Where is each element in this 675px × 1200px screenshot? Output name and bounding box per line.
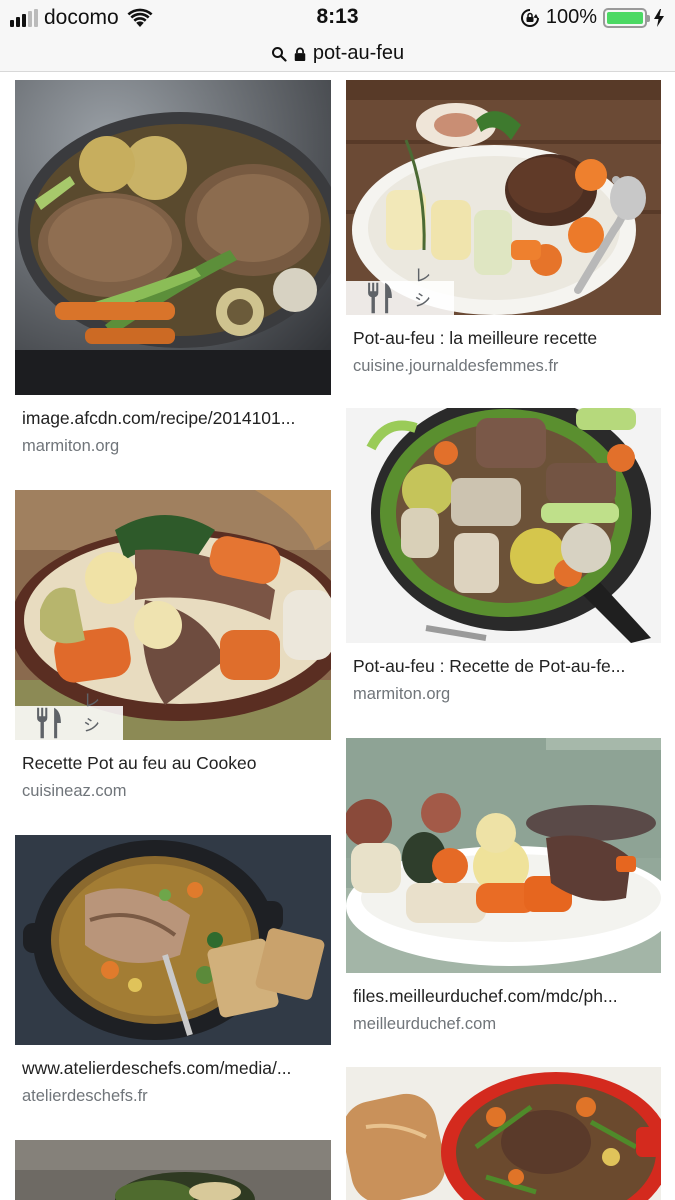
image-result-card[interactable]: www.atelierdeschefs.com/media/... atelie…: [15, 835, 331, 1106]
result-title[interactable]: image.afcdn.com/recipe/2014101...: [15, 408, 331, 429]
battery-icon: [603, 7, 650, 28]
result-domain[interactable]: marmiton.org: [15, 437, 331, 456]
result-domain[interactable]: atelierdeschefs.fr: [15, 1087, 331, 1106]
image-result-card[interactable]: レシピ Pot-au-feu : la meilleure recette cu…: [346, 80, 661, 376]
result-thumbnail[interactable]: [15, 1140, 331, 1200]
image-result-card[interactable]: image.afcdn.com/recipe/2014101... marmit…: [15, 80, 331, 456]
fork-knife-icon: [368, 282, 392, 314]
charging-bolt-icon: [654, 8, 664, 27]
result-domain[interactable]: marmiton.org: [346, 685, 661, 704]
result-title[interactable]: Recette Pot au feu au Cookeo: [15, 753, 331, 774]
result-title[interactable]: www.atelierdeschefs.com/media/...: [15, 1058, 331, 1079]
status-right: 100%: [520, 6, 665, 29]
result-domain[interactable]: cuisineaz.com: [15, 782, 331, 801]
result-thumbnail[interactable]: [15, 80, 331, 395]
result-thumbnail[interactable]: [15, 835, 331, 1045]
result-domain[interactable]: meilleurduchef.com: [346, 1015, 661, 1034]
search-icon: [271, 46, 287, 62]
rotation-lock-icon: [520, 8, 539, 27]
result-thumbnail[interactable]: レシピ: [346, 80, 661, 315]
recipe-badge-label: レシピ: [83, 690, 100, 735]
result-title[interactable]: Pot-au-feu : la meilleure recette: [346, 328, 661, 349]
recipe-badge: レシピ: [15, 691, 123, 740]
lock-icon: [294, 47, 306, 61]
recipe-badge: レシピ: [346, 266, 454, 315]
recipe-badge-label: レシピ: [414, 265, 431, 310]
result-thumbnail[interactable]: [346, 408, 661, 643]
status-bar: docomo 8:13 100%: [0, 0, 675, 36]
result-thumbnail[interactable]: レシピ: [15, 490, 331, 740]
result-thumbnail[interactable]: [346, 738, 661, 973]
battery-fill: [607, 11, 643, 24]
result-title[interactable]: Pot-au-feu : Recette de Pot-au-fe...: [346, 656, 661, 677]
result-title[interactable]: files.meilleurduchef.com/mdc/ph...: [346, 986, 661, 1007]
address-bar[interactable]: pot-au-feu: [0, 36, 675, 72]
result-thumbnail[interactable]: [346, 1067, 661, 1200]
image-result-card[interactable]: [15, 1140, 331, 1200]
battery-percentage: 100%: [545, 6, 597, 28]
result-domain[interactable]: cuisine.journaldesfemmes.fr: [346, 357, 661, 376]
image-result-card[interactable]: レシピ Recette Pot au feu au Cookeo cuisine…: [15, 490, 331, 801]
url-text: pot-au-feu: [312, 42, 405, 64]
image-result-card[interactable]: [346, 1067, 661, 1200]
fork-knife-icon: [37, 707, 61, 739]
image-result-card[interactable]: files.meilleurduchef.com/mdc/ph... meill…: [346, 738, 661, 1034]
image-result-card[interactable]: Pot-au-feu : Recette de Pot-au-fe... mar…: [346, 408, 661, 704]
